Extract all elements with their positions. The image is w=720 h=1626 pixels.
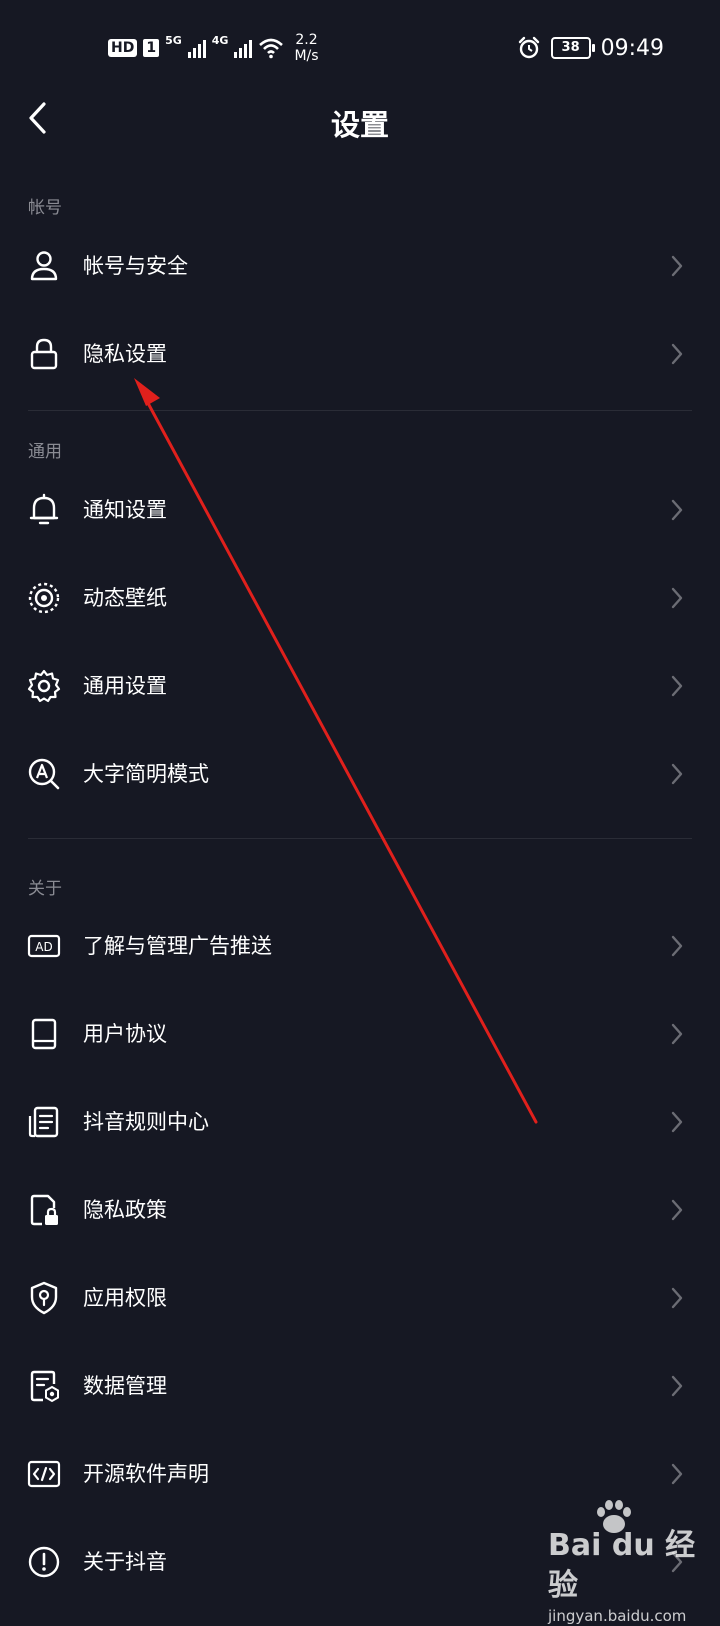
settings-item-label: 了解与管理广告推送 — [83, 934, 272, 958]
nav-bar: 设置 — [0, 92, 720, 148]
svg-text:AD: AD — [35, 940, 52, 954]
settings-item-label: 大字简明模式 — [83, 762, 209, 786]
settings-item-live-wallpaper[interactable]: 动态壁纸 — [0, 554, 720, 642]
file-lock-icon — [30, 1194, 58, 1226]
watermark-main: Bai du 经验 — [548, 1528, 696, 1603]
signal-icon-2 — [234, 38, 253, 58]
settings-item-label: 关于抖音 — [83, 1550, 167, 1574]
data-settings-icon — [30, 1370, 59, 1403]
chevron-right-icon — [671, 1023, 683, 1045]
settings-item-account-security[interactable]: 帐号与安全 — [0, 222, 720, 310]
section-divider — [28, 410, 692, 411]
settings-item-data-management[interactable]: 数据管理 — [0, 1342, 720, 1430]
ad-icon: AD — [27, 934, 61, 958]
alarm-icon — [518, 36, 539, 59]
chevron-right-icon — [671, 1463, 683, 1485]
settings-item-user-agreement[interactable]: 用户协议 — [0, 990, 720, 1078]
speed-unit: M/s — [294, 48, 319, 64]
baidu-watermark: Bai du 经验 jingyan.baidu.com — [548, 1500, 712, 1625]
settings-item-label: 隐私政策 — [83, 1198, 167, 1222]
person-icon — [30, 251, 58, 281]
watermark-sub: jingyan.baidu.com — [548, 1607, 687, 1625]
settings-item-app-permissions[interactable]: 应用权限 — [0, 1254, 720, 1342]
section-divider — [28, 838, 692, 839]
settings-item-label: 帐号与安全 — [83, 254, 188, 278]
settings-item-label: 抖音规则中心 — [83, 1110, 209, 1134]
chevron-right-icon — [671, 763, 683, 785]
settings-item-label: 动态壁纸 — [83, 586, 167, 610]
settings-item-label: 数据管理 — [83, 1374, 167, 1398]
chevron-right-icon — [671, 935, 683, 957]
wallpaper-icon — [28, 582, 60, 614]
settings-item-label: 通用设置 — [83, 674, 167, 698]
network-type-2: 4G — [211, 33, 229, 47]
chevron-right-icon — [671, 587, 683, 609]
page-title: 设置 — [330, 108, 389, 142]
chevron-right-icon — [671, 675, 683, 697]
settings-item-ad-management[interactable]: AD 了解与管理广告推送 — [0, 902, 720, 990]
code-icon — [27, 1460, 61, 1488]
info-icon — [28, 1546, 60, 1578]
status-left: HD 1 5G 4G 2.2 M/s — [108, 30, 319, 66]
speed-value: 2.2 — [295, 32, 318, 48]
status-bar: HD 1 5G 4G 2.2 M/s 38 09:49 — [0, 0, 720, 92]
settings-item-label: 用户协议 — [83, 1022, 167, 1046]
settings-item-label: 开源软件声明 — [83, 1462, 209, 1486]
settings-item-general-settings[interactable]: 通用设置 — [0, 642, 720, 730]
chevron-right-icon — [671, 499, 683, 521]
settings-item-privacy-settings[interactable]: 隐私设置 — [0, 310, 720, 398]
status-right: 38 09:49 — [517, 30, 664, 66]
chevron-right-icon — [671, 343, 683, 365]
document-icon — [28, 1106, 59, 1138]
section-title-general: 通用 — [28, 442, 62, 462]
network-type-1: 5G — [165, 33, 182, 47]
sim-badge: 1 — [143, 39, 160, 57]
hd-badge: HD — [108, 39, 138, 57]
lock-icon — [30, 338, 58, 370]
settings-item-label: 通知设置 — [83, 498, 167, 522]
chevron-right-icon — [671, 1111, 683, 1133]
paw-logo-icon — [597, 1500, 631, 1533]
settings-item-label: 隐私设置 — [83, 342, 167, 366]
signal-icon — [187, 38, 206, 58]
settings-item-privacy-policy[interactable]: 隐私政策 — [0, 1166, 720, 1254]
section-title-about: 关于 — [28, 879, 62, 899]
shield-icon — [30, 1281, 58, 1315]
settings-item-large-text-mode[interactable]: 大字简明模式 — [0, 730, 720, 818]
settings-item-rules-center[interactable]: 抖音规则中心 — [0, 1078, 720, 1166]
clock: 09:49 — [600, 35, 664, 61]
bell-icon — [29, 493, 59, 525]
chevron-right-icon — [671, 1199, 683, 1221]
chevron-right-icon — [671, 1287, 683, 1309]
gear-icon — [27, 669, 61, 703]
large-text-icon — [28, 758, 60, 790]
settings-item-label: 应用权限 — [83, 1286, 167, 1310]
chevron-right-icon — [671, 255, 683, 277]
network-speed: 2.2 M/s — [294, 32, 318, 64]
section-title-account: 帐号 — [28, 198, 62, 218]
wifi-icon — [259, 38, 284, 59]
chevron-right-icon — [671, 1375, 683, 1397]
settings-item-notification[interactable]: 通知设置 — [0, 466, 720, 554]
battery-indicator: 38 — [550, 37, 595, 59]
book-icon — [31, 1018, 57, 1050]
